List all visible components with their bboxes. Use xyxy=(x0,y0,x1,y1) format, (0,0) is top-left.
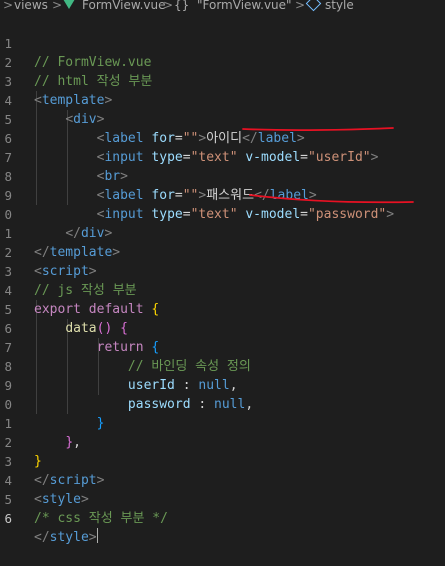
code-line: 5 data() { xyxy=(0,281,445,336)
code-line: 2 // html 작성 부분 xyxy=(0,34,445,89)
braces-icon: {} xyxy=(174,0,190,12)
code-line: 2 } xyxy=(0,414,445,469)
code-line: 3 <template> xyxy=(0,53,445,108)
breadcrumb: > views > FormView.vue > {} "FormView.vu… xyxy=(0,0,445,14)
chevron-right-icon: > xyxy=(295,0,306,12)
chevron-right-icon: > xyxy=(163,0,174,12)
code-line: 1 // FormView.vue xyxy=(0,15,445,70)
tag-name: style xyxy=(49,530,89,545)
code-line: 3 // js 작성 부분 xyxy=(0,243,445,298)
breadcrumb-folder[interactable]: views xyxy=(14,0,48,12)
code-line: 4 export default { xyxy=(0,262,445,317)
code-line: 2 <script> xyxy=(0,224,445,279)
code-line: 6 </style> xyxy=(0,490,445,545)
code-line: 5 /* css 작성 부분 */ xyxy=(0,471,445,526)
line-number: 6 xyxy=(4,511,12,526)
breadcrumb-scope[interactable]: "FormView.vue" xyxy=(197,0,292,12)
code-line: 0 </div> xyxy=(0,186,445,241)
breadcrumb-symbol[interactable]: style xyxy=(325,0,354,12)
code-line: 1 </template> xyxy=(0,205,445,260)
code-line: 3 </script> xyxy=(0,433,445,488)
code-line: 5 <label for="">아이디</label> xyxy=(0,91,445,146)
code-line: 1 }, xyxy=(0,395,445,450)
code-line: 0 } xyxy=(0,376,445,431)
comment: /* css 작성 부분 */ xyxy=(34,511,168,526)
code-line: 4 <style> xyxy=(0,452,445,507)
code-line: 6 <input type="text" v-model="userId"> xyxy=(0,110,445,165)
chevron-right-icon: > xyxy=(3,0,14,12)
text-cursor xyxy=(96,528,98,543)
code-line: 7 <br> xyxy=(0,129,445,184)
code-line: 9 <input type="text" v-model="password"> xyxy=(0,167,445,222)
code-line: 7 // 바인딩 속성 정의 xyxy=(0,319,445,374)
breadcrumb-file[interactable]: FormView.vue xyxy=(82,0,166,12)
code-editor[interactable]: 1 // FormView.vue 2 // html 작성 부분 3 <tem… xyxy=(0,15,445,552)
code-line: 6 return { xyxy=(0,300,445,355)
code-line: 4 <div> xyxy=(0,72,445,127)
code-line: 8 userId : null, xyxy=(0,338,445,393)
code-line: 8 <label for="">패스워드</label> xyxy=(0,148,445,203)
code-line: 9 password : null, xyxy=(0,357,445,412)
chevron-right-icon: > xyxy=(52,0,63,12)
